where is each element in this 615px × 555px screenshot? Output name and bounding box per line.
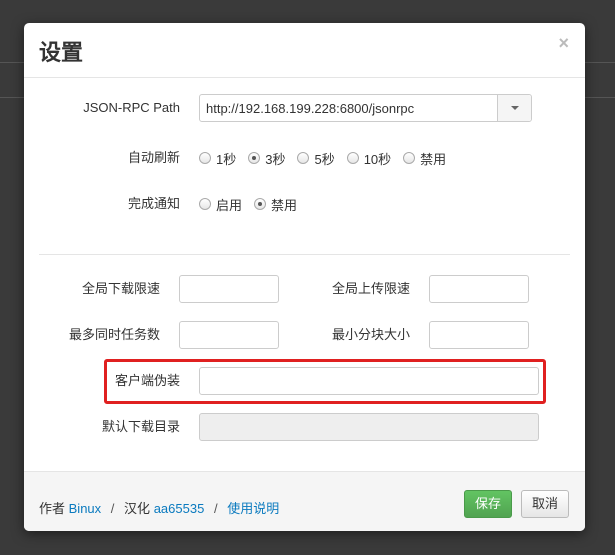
radio-label: 3秒 [265,151,286,167]
author-link[interactable]: Binux [69,501,102,516]
translator-prefix: 汉化 [124,501,151,516]
refresh-option-5s[interactable]: 5秒 [297,149,335,168]
refresh-option-1s[interactable]: 1秒 [199,149,236,168]
radio-label: 5秒 [314,151,335,167]
notify-option-disable[interactable]: 禁用 [254,195,297,214]
user-agent-label: 客户端伪装 [114,373,180,388]
user-agent-input[interactable] [199,367,539,395]
global-upload-limit-input[interactable] [429,275,529,303]
default-download-dir-input [199,413,539,441]
radio-button[interactable] [297,152,310,164]
credits: 作者 Binux / 汉化 aa65535 / 使用说明 [39,498,279,517]
finish-notify-label: 完成通知 [127,196,180,211]
rpc-path-dropdown-button[interactable] [497,95,531,121]
translator-link[interactable]: aa65535 [154,501,205,516]
radio-button-checked[interactable] [254,198,267,210]
default-download-dir-label: 默认下载目录 [101,419,180,434]
global-download-limit-input[interactable] [179,275,279,303]
auto-refresh-label: 自动刷新 [127,150,180,165]
radio-button[interactable] [403,152,416,164]
help-link[interactable]: 使用说明 [227,501,279,516]
notify-option-enable[interactable]: 启用 [199,195,242,214]
auto-refresh-radio-group: 1秒 3秒 5秒 10秒 禁用 [199,144,458,172]
refresh-option-3s[interactable]: 3秒 [248,149,285,168]
author-prefix: 作者 [39,501,66,516]
max-concurrent-tasks-input[interactable] [179,321,279,349]
cancel-button[interactable]: 取消 [521,490,569,518]
radio-button-checked[interactable] [248,152,261,164]
radio-label: 10秒 [363,151,392,167]
radio-label: 启用 [216,197,243,213]
radio-label: 1秒 [216,151,237,167]
separator: / [213,501,218,516]
min-split-size-label: 最小分块大小 [331,327,410,342]
max-concurrent-tasks-label: 最多同时任务数 [68,327,160,342]
dialog-footer: 作者 Binux / 汉化 aa65535 / 使用说明 保存 取消 [24,471,585,531]
dialog-title: 设置 [39,40,84,65]
dialog-header: 设置 × [24,23,585,78]
section-divider [39,254,570,255]
caret-down-icon [510,106,519,110]
refresh-option-10s[interactable]: 10秒 [346,149,392,168]
refresh-option-disabled[interactable]: 禁用 [403,149,446,168]
radio-button[interactable] [199,152,211,164]
min-split-size-input[interactable] [429,321,529,349]
radio-label: 禁用 [420,151,447,167]
close-icon[interactable]: × [558,33,569,54]
finish-notify-radio-group: 启用 禁用 [199,190,309,218]
save-button[interactable]: 保存 [464,490,512,518]
rpc-path-combo [199,94,532,122]
radio-button[interactable] [199,198,211,210]
rpc-path-input[interactable] [200,95,497,121]
radio-button[interactable] [346,152,359,164]
radio-label: 禁用 [271,197,298,213]
global-download-limit-label: 全局下载限速 [81,281,160,296]
settings-dialog: 设置 × JSON-RPC Path 自动刷新 1秒 3秒 5秒 10秒 禁用 [24,23,585,531]
separator: / [110,501,115,516]
global-upload-limit-label: 全局上传限速 [331,281,410,296]
rpc-path-label: JSON-RPC Path [83,100,180,115]
